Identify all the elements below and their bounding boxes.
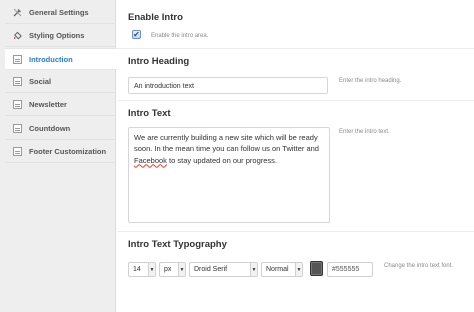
wrench-icon <box>13 8 22 17</box>
sidebar-item-label: Social <box>29 77 52 86</box>
intro-text-part: We are currently building a new site whi… <box>134 133 319 154</box>
sidebar: General Settings Styling Options Introdu… <box>0 0 117 312</box>
divider <box>117 100 474 101</box>
chevron-down-icon: ▼ <box>178 263 185 276</box>
settings-panel: Enable Intro ✔ Enable the intro area. In… <box>117 0 474 312</box>
sidebar-item-footer-customization[interactable]: Footer Customization <box>5 141 116 163</box>
intro-heading-input[interactable]: An introduction text <box>128 77 328 94</box>
sidebar-item-label: Newsletter <box>29 100 67 109</box>
divider <box>117 231 474 232</box>
chevron-down-icon: ▼ <box>250 263 257 276</box>
intro-text-part: to stay updated on our progress. <box>166 155 278 165</box>
font-weight-value: Normal <box>266 266 289 273</box>
sidebar-item-styling-options[interactable]: Styling Options <box>5 25 116 47</box>
font-weight-select[interactable]: Normal ▼ <box>261 262 303 277</box>
font-size-value: 14 <box>133 266 141 273</box>
intro-heading-title: Intro Heading <box>128 56 190 67</box>
sidebar-item-label: Styling Options <box>29 31 85 40</box>
paint-bucket-icon <box>13 31 22 40</box>
font-family-value: Droid Serif <box>194 266 228 273</box>
sidebar-item-label: Countdown <box>29 124 71 133</box>
sidebar-item-general-settings[interactable]: General Settings <box>5 2 116 24</box>
font-family-select[interactable]: Droid Serif ▼ <box>189 262 258 277</box>
font-unit-select[interactable]: px ▼ <box>159 262 186 277</box>
typography-title: Intro Text Typography <box>128 239 227 250</box>
grid-icon <box>13 77 22 86</box>
intro-text-title: Intro Text <box>128 108 171 119</box>
grid-icon <box>13 100 22 109</box>
misspelled-word: Facebook <box>134 155 167 165</box>
intro-heading-hint: Enter the intro heading. <box>339 78 402 84</box>
color-hex-input[interactable]: #555555 <box>327 262 373 277</box>
sidebar-item-countdown[interactable]: Countdown <box>5 118 116 140</box>
sidebar-item-label: General Settings <box>29 8 89 17</box>
enable-intro-title: Enable Intro <box>128 12 183 23</box>
grid-icon <box>13 54 22 64</box>
font-size-select[interactable]: 14 ▼ <box>128 262 156 277</box>
chevron-down-icon: ▼ <box>148 263 155 276</box>
chevron-down-icon: ▼ <box>295 263 302 276</box>
color-picker-swatch[interactable] <box>310 261 323 276</box>
sidebar-item-label: Footer Customization <box>29 147 107 156</box>
enable-intro-label: Enable the intro area. <box>151 33 209 39</box>
sidebar-item-newsletter[interactable]: Newsletter <box>5 94 116 116</box>
grid-icon <box>13 147 22 156</box>
typography-hint: Change the intro text font. <box>384 263 454 269</box>
sidebar-item-introduction[interactable]: Introduction <box>5 48 117 70</box>
font-unit-value: px <box>164 266 172 273</box>
divider <box>117 48 474 49</box>
sidebar-item-social[interactable]: Social <box>5 71 116 93</box>
intro-text-hint: Enter the intro text. <box>339 129 390 135</box>
sidebar-item-label: Introduction <box>29 54 73 64</box>
enable-intro-checkbox[interactable]: ✔ <box>132 30 141 39</box>
intro-text-textarea[interactable]: We are currently building a new site whi… <box>128 127 330 223</box>
grid-icon <box>13 124 22 133</box>
